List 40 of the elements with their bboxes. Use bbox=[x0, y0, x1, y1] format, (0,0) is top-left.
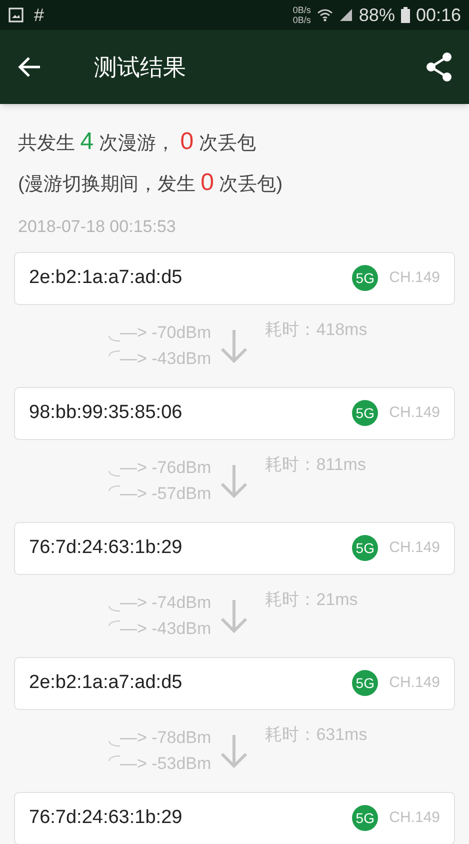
access-point-card[interactable]: 76:7d:24:63:1b:29 5G CH.149 bbox=[14, 792, 455, 844]
mac-address: 2e:b2:1a:a7:ad:d5 bbox=[29, 266, 182, 290]
mac-address: 98:bb:99:35:85:06 bbox=[29, 400, 182, 425]
band-badge: 5G bbox=[352, 265, 378, 291]
down-arrow-icon bbox=[219, 734, 250, 768]
clock: 00:16 bbox=[416, 4, 461, 26]
band-badge: 5G bbox=[352, 670, 378, 696]
channel-label: CH.149 bbox=[389, 268, 440, 288]
wifi-icon bbox=[316, 8, 333, 22]
screen-title: 测试结果 bbox=[94, 52, 186, 82]
download-speed: 0B/s bbox=[292, 15, 311, 25]
share-button[interactable] bbox=[425, 52, 453, 82]
signal-icon bbox=[338, 8, 353, 22]
access-point-card[interactable]: 2e:b2:1a:a7:ad:d5 5G CH.149 bbox=[14, 656, 455, 710]
access-point-card[interactable]: 76:7d:24:63:1b:29 5G CH.149 bbox=[14, 522, 455, 574]
band-badge: 5G bbox=[352, 400, 378, 426]
battery-icon bbox=[400, 7, 410, 23]
notification-text: # bbox=[34, 4, 44, 26]
band-badge: 5G bbox=[352, 805, 378, 831]
summary-text: 共发生 4 次漫游， 0 次丢包 bbox=[18, 128, 257, 157]
timestamp: 2018-07-18 00:15:53 bbox=[17, 216, 177, 238]
down-arrow-icon bbox=[219, 464, 250, 498]
battery-percent: 88% bbox=[358, 4, 395, 26]
band-badge: 5G bbox=[352, 535, 378, 561]
mac-address: 76:7d:24:63:1b:29 bbox=[29, 536, 182, 560]
channel-label: CH.149 bbox=[389, 538, 440, 558]
channel-label: CH.149 bbox=[389, 402, 440, 423]
mac-address: 2e:b2:1a:a7:ad:d5 bbox=[29, 670, 182, 695]
channel-label: CH.149 bbox=[389, 808, 440, 828]
down-arrow-icon bbox=[219, 328, 250, 362]
channel-label: CH.149 bbox=[389, 672, 440, 693]
down-arrow-icon bbox=[219, 598, 250, 632]
mac-address: 76:7d:24:63:1b:29 bbox=[29, 806, 182, 830]
gallery-icon bbox=[8, 7, 24, 23]
access-point-card[interactable]: 2e:b2:1a:a7:ad:d5 5G CH.149 bbox=[14, 252, 455, 304]
summary-text: (漫游切换期间，发生 0 次丢包) bbox=[18, 169, 284, 198]
share-icon bbox=[425, 52, 453, 82]
access-point-card[interactable]: 98:bb:99:35:85:06 5G CH.149 bbox=[14, 386, 455, 440]
back-arrow-icon bbox=[18, 56, 42, 78]
upload-speed: 0B/s bbox=[292, 5, 311, 15]
